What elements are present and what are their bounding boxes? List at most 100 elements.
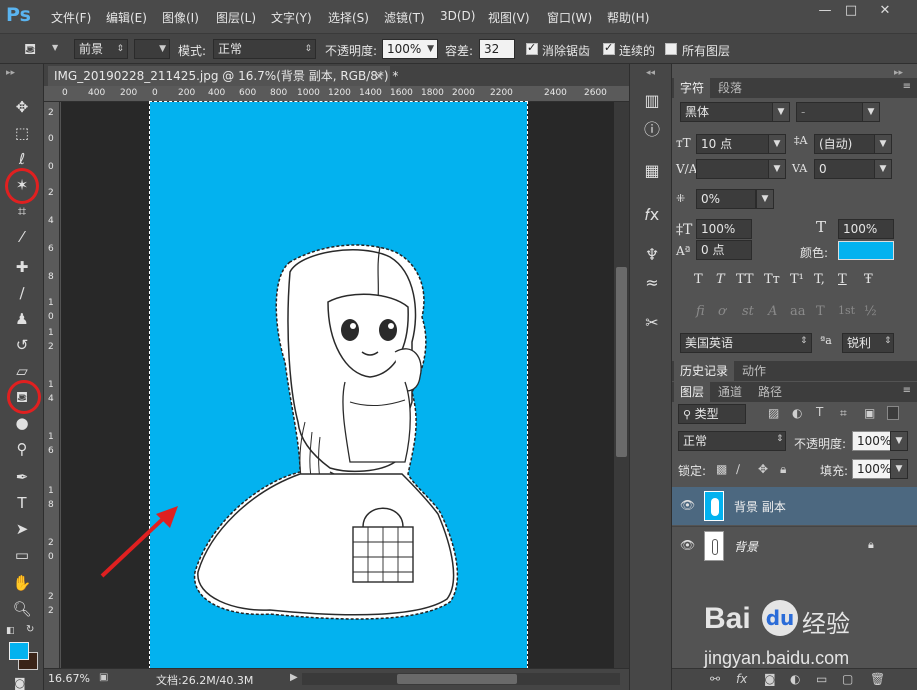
- menu-layer[interactable]: 图层(L): [216, 9, 256, 26]
- kerning-field[interactable]: [696, 159, 772, 179]
- filter-pixel-icon[interactable]: ▨: [768, 406, 779, 420]
- stylistic-alternates-button[interactable]: aa: [790, 304, 806, 319]
- move-icon[interactable]: ✥: [10, 96, 34, 118]
- layer-opacity-dropdown[interactable]: ▼: [890, 431, 908, 451]
- discretionary-ligature-button[interactable]: st: [742, 304, 754, 319]
- stamp-icon[interactable]: ♟: [10, 308, 34, 330]
- visibility-eye-icon[interactable]: 👁︎: [680, 538, 695, 552]
- new-layer-icon[interactable]: ▢: [842, 672, 853, 686]
- add-mask-icon[interactable]: ◙: [764, 672, 776, 686]
- zoom-icon[interactable]: 🔍︎: [10, 598, 34, 620]
- tab-character[interactable]: 字符: [674, 78, 711, 98]
- shape-icon[interactable]: ▭: [10, 544, 34, 566]
- scale-field[interactable]: 0%: [696, 189, 756, 209]
- subscript-button[interactable]: T,: [814, 272, 825, 287]
- italic-button[interactable]: T: [716, 272, 725, 287]
- superscript-button[interactable]: T¹: [790, 272, 804, 287]
- menu-window[interactable]: 窗口(W): [547, 9, 592, 26]
- filter-shape-icon[interactable]: ⌗: [840, 406, 847, 421]
- swap-colors-icon[interactable]: ↻: [26, 624, 34, 635]
- tracking-field[interactable]: 0: [814, 159, 880, 179]
- layer-style-icon[interactable]: fx: [736, 672, 747, 686]
- brush-icon[interactable]: ∕: [10, 282, 34, 304]
- tab-actions[interactable]: 动作: [736, 361, 772, 381]
- font-size-dropdown[interactable]: ▼: [768, 134, 786, 154]
- tab-layers[interactable]: 图层: [674, 382, 711, 402]
- all-layers-checkbox[interactable]: [665, 43, 677, 55]
- status-menu-arrow-icon[interactable]: ▶: [290, 672, 298, 683]
- scroll-thumb[interactable]: [616, 267, 627, 457]
- blend-mode-select[interactable]: 正常: [678, 431, 786, 451]
- fill-field[interactable]: 100%: [852, 459, 892, 479]
- contiguous-checkbox[interactable]: [603, 41, 615, 55]
- minimize-button[interactable]: —: [812, 2, 838, 20]
- underline-button[interactable]: T: [838, 272, 847, 287]
- link-layers-icon[interactable]: ⚯: [710, 672, 720, 686]
- strikethrough-button[interactable]: Ŧ: [864, 272, 873, 287]
- menu-view[interactable]: 视图(V): [488, 9, 530, 26]
- pen-icon[interactable]: ✒: [10, 466, 34, 488]
- layer-opacity-field[interactable]: 100%: [852, 431, 892, 451]
- mode-select[interactable]: 正常 ⇕: [213, 39, 316, 59]
- type-icon[interactable]: T: [10, 492, 34, 514]
- layer-row-background-copy[interactable]: 👁︎ 背景 副本: [672, 487, 917, 525]
- pattern-picker[interactable]: ▼: [134, 39, 170, 59]
- blend-mode-arrow-icon[interactable]: ⇕: [776, 434, 784, 444]
- menu-image[interactable]: 图像(I): [162, 9, 199, 26]
- menu-type[interactable]: 文字(Y): [271, 9, 312, 26]
- collapse-panels-icon[interactable]: ▸▸: [894, 68, 903, 78]
- leading-dropdown[interactable]: ▼: [874, 134, 892, 154]
- histogram-icon[interactable]: ▥: [640, 90, 664, 112]
- ordinals-button[interactable]: 1st: [838, 304, 855, 317]
- zoom-level[interactable]: 16.67%: [48, 672, 90, 685]
- visibility-eye-icon[interactable]: 👁︎: [680, 498, 695, 512]
- quick-mask-icon[interactable]: ◙: [14, 676, 26, 690]
- alternate-ligature-button[interactable]: ơ: [718, 304, 726, 319]
- tracking-dropdown[interactable]: ▼: [874, 159, 892, 179]
- info-icon[interactable]: ⓘ: [640, 119, 664, 141]
- titling-alternates-button[interactable]: T: [816, 304, 825, 319]
- text-color-swatch[interactable]: [838, 241, 894, 260]
- lock-position-icon[interactable]: ✥: [758, 462, 768, 476]
- filter-smart-object-icon[interactable]: ▣: [864, 406, 875, 420]
- panel-menu-icon[interactable]: ≡: [903, 81, 911, 92]
- filter-type-icon[interactable]: T: [816, 405, 823, 419]
- foreground-color-swatch[interactable]: [9, 642, 29, 660]
- language-dropdown-arrow-icon[interactable]: ⇕: [800, 336, 808, 346]
- lock-transparent-icon[interactable]: ▩: [716, 462, 727, 476]
- fill-source-select[interactable]: 前景 ⇕: [74, 39, 128, 59]
- baseline-shift-field[interactable]: 0 点: [696, 240, 752, 260]
- ligature-button[interactable]: fi: [696, 304, 705, 319]
- filter-toggle[interactable]: [887, 406, 899, 420]
- tab-history[interactable]: 历史记录: [674, 361, 735, 381]
- tab-channels[interactable]: 通道: [712, 382, 748, 402]
- dodge-icon[interactable]: ⚲: [10, 438, 34, 460]
- adjustment-layer-icon[interactable]: ◐: [790, 672, 800, 686]
- horizontal-scale-field[interactable]: 100%: [838, 219, 894, 239]
- collapse-toolbar-icon[interactable]: ▸▸: [6, 68, 15, 78]
- font-style-dropdown[interactable]: ▼: [862, 102, 880, 122]
- vertical-scrollbar[interactable]: [614, 102, 629, 668]
- h-scroll-thumb[interactable]: [397, 674, 517, 684]
- fractions-button[interactable]: ½: [864, 304, 877, 319]
- antialias-dropdown-arrow-icon[interactable]: ⇕: [884, 336, 892, 346]
- lock-all-icon[interactable]: 🔒︎: [780, 462, 786, 477]
- lock-image-icon[interactable]: ∕: [736, 462, 740, 476]
- fill-dropdown[interactable]: ▼: [890, 459, 908, 479]
- scale-dropdown[interactable]: ▼: [756, 189, 774, 209]
- tab-paths[interactable]: 路径: [752, 382, 788, 402]
- close-document-icon[interactable]: ×: [374, 66, 384, 86]
- opacity-field[interactable]: 100% ▼: [382, 39, 438, 59]
- default-colors-icon[interactable]: ◧: [6, 626, 15, 636]
- layer-filter-select[interactable]: ⚲ 类型: [678, 404, 746, 424]
- small-caps-button[interactable]: Tт: [764, 272, 780, 287]
- paint-bucket-tool-preset-icon[interactable]: ⛾: [24, 40, 36, 60]
- document-image[interactable]: [100, 101, 528, 669]
- navigator-icon[interactable]: ▦: [640, 160, 664, 182]
- leading-field[interactable]: (自动): [814, 134, 880, 154]
- menu-filter[interactable]: 滤镜(T): [384, 9, 425, 26]
- eraser-icon[interactable]: ▱: [10, 360, 34, 382]
- brush-presets-icon[interactable]: ≈: [640, 272, 664, 294]
- brushes-icon[interactable]: ♆: [640, 244, 664, 266]
- layer-name[interactable]: 背景: [734, 538, 758, 555]
